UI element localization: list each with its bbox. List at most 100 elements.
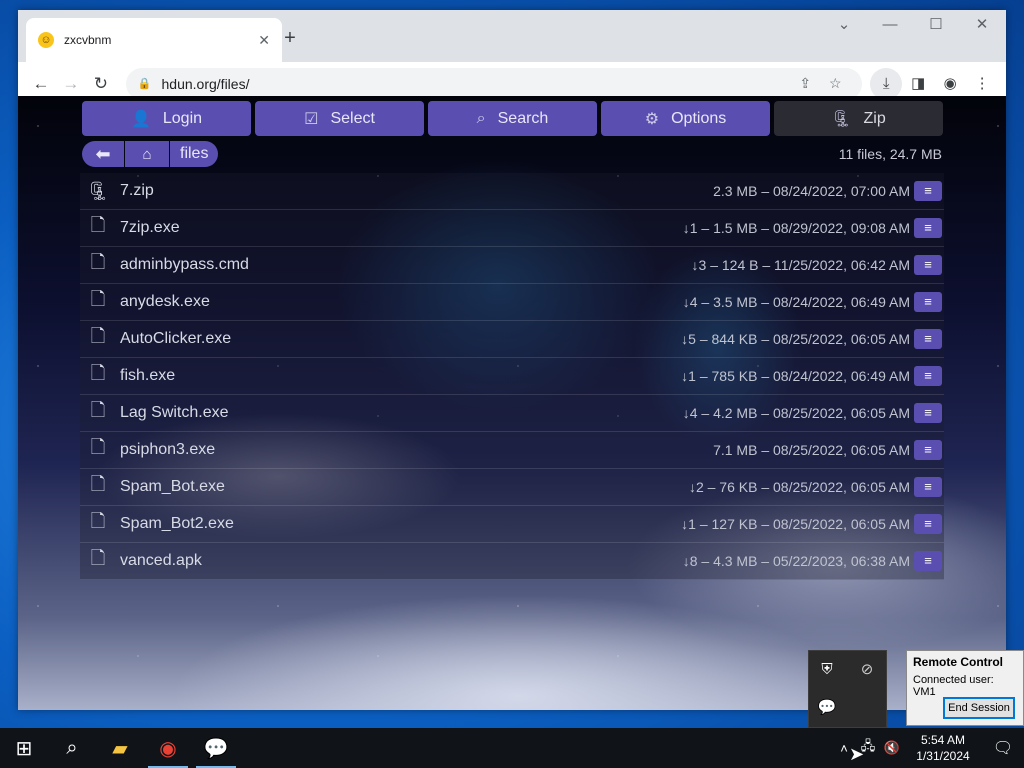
close-window-button[interactable]: ✕ bbox=[959, 10, 1005, 42]
file-icon: 🗋 bbox=[90, 289, 106, 309]
mouse-cursor-icon: ➤ bbox=[849, 744, 865, 764]
clock-date: 1/31/2024 bbox=[916, 749, 970, 763]
file-menu-button[interactable]: ≡ bbox=[914, 218, 942, 238]
file-row[interactable]: 🗋 anydesk.exe ↓4 – 3.5 MB – 08/24/2022, … bbox=[80, 284, 944, 321]
options-label: Options bbox=[671, 109, 727, 127]
breadcrumb-home-button[interactable]: ⌂ bbox=[125, 141, 169, 167]
address-bar[interactable]: 🔒 hdun.org/files/ ⇪ ☆ bbox=[125, 67, 863, 100]
forward-button[interactable]: → bbox=[56, 69, 86, 99]
smiley-icon: ☺ bbox=[38, 32, 54, 48]
file-menu-button[interactable]: ≡ bbox=[914, 181, 942, 201]
file-menu-button[interactable]: ≡ bbox=[914, 514, 942, 534]
file-name[interactable]: Spam_Bot.exe bbox=[116, 478, 689, 496]
zip-button[interactable]: 🗜 Zip bbox=[774, 101, 943, 136]
file-icon: 🗋 bbox=[90, 511, 106, 531]
minimize-button[interactable]: — bbox=[867, 10, 913, 42]
breadcrumb-back-button[interactable]: ⬅ bbox=[82, 141, 124, 167]
network-disconnected-icon[interactable]: ⊘ bbox=[854, 657, 880, 683]
file-meta: ↓1 – 127 KB – 08/25/2022, 06:05 AM bbox=[681, 516, 910, 532]
menu-kebab-icon[interactable]: ⋮ bbox=[966, 68, 998, 100]
file-row[interactable]: 🗋 Lag Switch.exe ↓4 – 4.2 MB – 08/25/202… bbox=[80, 395, 944, 432]
file-meta: 2.3 MB – 08/24/2022, 07:00 AM bbox=[713, 183, 910, 199]
action-bar: 👤 Login ☑ Select ⌕ Search ⚙ Options 🗜 Zi… bbox=[82, 101, 943, 136]
file-name[interactable]: Lag Switch.exe bbox=[116, 404, 683, 422]
file-name[interactable]: 7.zip bbox=[116, 182, 713, 200]
breadcrumb: ⬅ ⌂ files bbox=[82, 141, 219, 167]
file-name[interactable]: 7zip.exe bbox=[116, 219, 683, 237]
file-menu-button[interactable]: ≡ bbox=[914, 292, 942, 312]
tab-strip: ☺ zxcvbnm ✕ + ⌄ — ☐ ✕ bbox=[18, 10, 1006, 62]
new-tab-button[interactable]: + bbox=[276, 24, 304, 52]
back-button[interactable]: ← bbox=[26, 69, 56, 99]
end-session-button[interactable]: End Session bbox=[943, 697, 1015, 719]
file-row[interactable]: 🗋 vanced.apk ↓8 – 4.3 MB – 05/22/2023, 0… bbox=[80, 543, 944, 580]
reload-button[interactable]: ↻ bbox=[86, 69, 116, 99]
tray-overflow-flyout: ⛨ ⊘ 💬 bbox=[808, 650, 887, 728]
windows-security-icon[interactable]: ⛨ bbox=[814, 657, 840, 683]
folder-summary: 11 files, 24.7 MB bbox=[838, 146, 942, 162]
file-row[interactable]: 🗋 Spam_Bot2.exe ↓1 – 127 KB – 08/25/2022… bbox=[80, 506, 944, 543]
file-menu-button[interactable]: ≡ bbox=[914, 440, 942, 460]
file-icon: 🗋 bbox=[90, 363, 106, 383]
chat-app-taskbar-button[interactable]: 💬 bbox=[192, 728, 240, 768]
search-taskbar-button[interactable]: ⌕ bbox=[48, 728, 96, 768]
zip-file-icon: 🗜 bbox=[86, 180, 110, 201]
file-name[interactable]: anydesk.exe bbox=[116, 293, 683, 311]
side-panel-icon[interactable]: ◨ bbox=[902, 68, 934, 100]
notification-center-icon[interactable]: 🗨 bbox=[982, 738, 1024, 758]
breadcrumb-folder[interactable]: files bbox=[170, 141, 219, 167]
start-button[interactable]: ⊞ bbox=[0, 728, 48, 768]
file-menu-button[interactable]: ≡ bbox=[914, 366, 942, 386]
file-explorer-button[interactable]: ▰ bbox=[96, 728, 144, 768]
windows-logo-icon: ⊞ bbox=[15, 737, 33, 760]
file-meta: ↓3 – 124 B – 11/25/2022, 06:42 AM bbox=[691, 257, 910, 273]
remote-control-popup: Remote Control Connected user: VM1 End S… bbox=[906, 650, 1024, 726]
file-menu-button[interactable]: ≡ bbox=[914, 551, 942, 571]
file-row[interactable]: 🗋 adminbypass.cmd ↓3 – 124 B – 11/25/202… bbox=[80, 247, 944, 284]
browser-tab[interactable]: ☺ zxcvbnm ✕ bbox=[26, 18, 282, 62]
profile-avatar-icon[interactable]: ◉ bbox=[934, 68, 966, 100]
file-name[interactable]: AutoClicker.exe bbox=[116, 330, 681, 348]
file-menu-button[interactable]: ≡ bbox=[914, 477, 942, 497]
arrow-left-icon: ⬅ bbox=[95, 143, 111, 164]
login-button[interactable]: 👤 Login bbox=[82, 101, 251, 136]
file-name[interactable]: psiphon3.exe bbox=[116, 441, 713, 459]
options-button[interactable]: ⚙ Options bbox=[601, 101, 770, 136]
search-button[interactable]: ⌕ Search bbox=[428, 101, 597, 136]
file-name[interactable]: adminbypass.cmd bbox=[116, 256, 692, 274]
file-menu-button[interactable]: ≡ bbox=[914, 255, 942, 275]
file-row[interactable]: 🗜 7.zip 2.3 MB – 08/24/2022, 07:00 AM ≡ bbox=[80, 173, 944, 210]
chat-bubble-icon: 💬 bbox=[203, 737, 229, 760]
file-share-page: 👤 Login ☑ Select ⌕ Search ⚙ Options 🗜 Zi… bbox=[18, 96, 1006, 710]
chrome-taskbar-button[interactable]: ◉ bbox=[144, 728, 192, 768]
bookmark-star-icon[interactable]: ☆ bbox=[820, 75, 850, 92]
file-name[interactable]: Spam_Bot2.exe bbox=[116, 515, 681, 533]
file-menu-button[interactable]: ≡ bbox=[914, 403, 942, 423]
close-tab-icon[interactable]: ✕ bbox=[258, 32, 270, 49]
file-row[interactable]: 🗋 Spam_Bot.exe ↓2 – 76 KB – 08/25/2022, … bbox=[80, 469, 944, 506]
file-meta: ↓1 – 1.5 MB – 08/29/2022, 09:08 AM bbox=[682, 220, 910, 236]
taskbar: ⊞ ⌕ ▰ ◉ 💬 ˄ 🖧 🔇 5:54 AM 1/31/2024 🗨 bbox=[0, 728, 1024, 768]
file-menu-button[interactable]: ≡ bbox=[914, 329, 942, 349]
tab-title: zxcvbnm bbox=[64, 33, 112, 47]
file-row[interactable]: 🗋 7zip.exe ↓1 – 1.5 MB – 08/29/2022, 09:… bbox=[80, 210, 944, 247]
file-row[interactable]: 🗋 fish.exe ↓1 – 785 KB – 08/24/2022, 06:… bbox=[80, 358, 944, 395]
file-name[interactable]: fish.exe bbox=[116, 367, 681, 385]
login-label: Login bbox=[162, 109, 203, 127]
maximize-button[interactable]: ☐ bbox=[913, 10, 959, 42]
file-name[interactable]: vanced.apk bbox=[116, 552, 683, 570]
file-row[interactable]: 🗋 AutoClicker.exe ↓5 – 844 KB – 08/25/20… bbox=[80, 321, 944, 358]
file-meta: ↓4 – 3.5 MB – 08/24/2022, 06:49 AM bbox=[682, 294, 910, 310]
download-icon[interactable]: ⤓ bbox=[870, 67, 903, 100]
lock-icon[interactable]: 🔒 bbox=[138, 77, 152, 90]
select-button[interactable]: ☑ Select bbox=[255, 101, 424, 136]
browser-window: ☺ zxcvbnm ✕ + ⌄ — ☐ ✕ ← → ↻ 🔒 hdun.org/f… bbox=[18, 10, 1006, 710]
clock[interactable]: 5:54 AM 1/31/2024 bbox=[904, 732, 982, 764]
file-row[interactable]: 🗋 psiphon3.exe 7.1 MB – 08/25/2022, 06:0… bbox=[80, 432, 944, 469]
select-label: Select bbox=[330, 109, 375, 127]
chat-bubble-icon[interactable]: 💬 bbox=[814, 695, 840, 721]
share-icon[interactable]: ⇪ bbox=[790, 75, 820, 92]
volume-muted-icon[interactable]: 🔇 bbox=[880, 740, 904, 756]
tab-search-chevron-icon[interactable]: ⌄ bbox=[821, 10, 867, 42]
checkbox-icon: ☑ bbox=[304, 110, 319, 128]
